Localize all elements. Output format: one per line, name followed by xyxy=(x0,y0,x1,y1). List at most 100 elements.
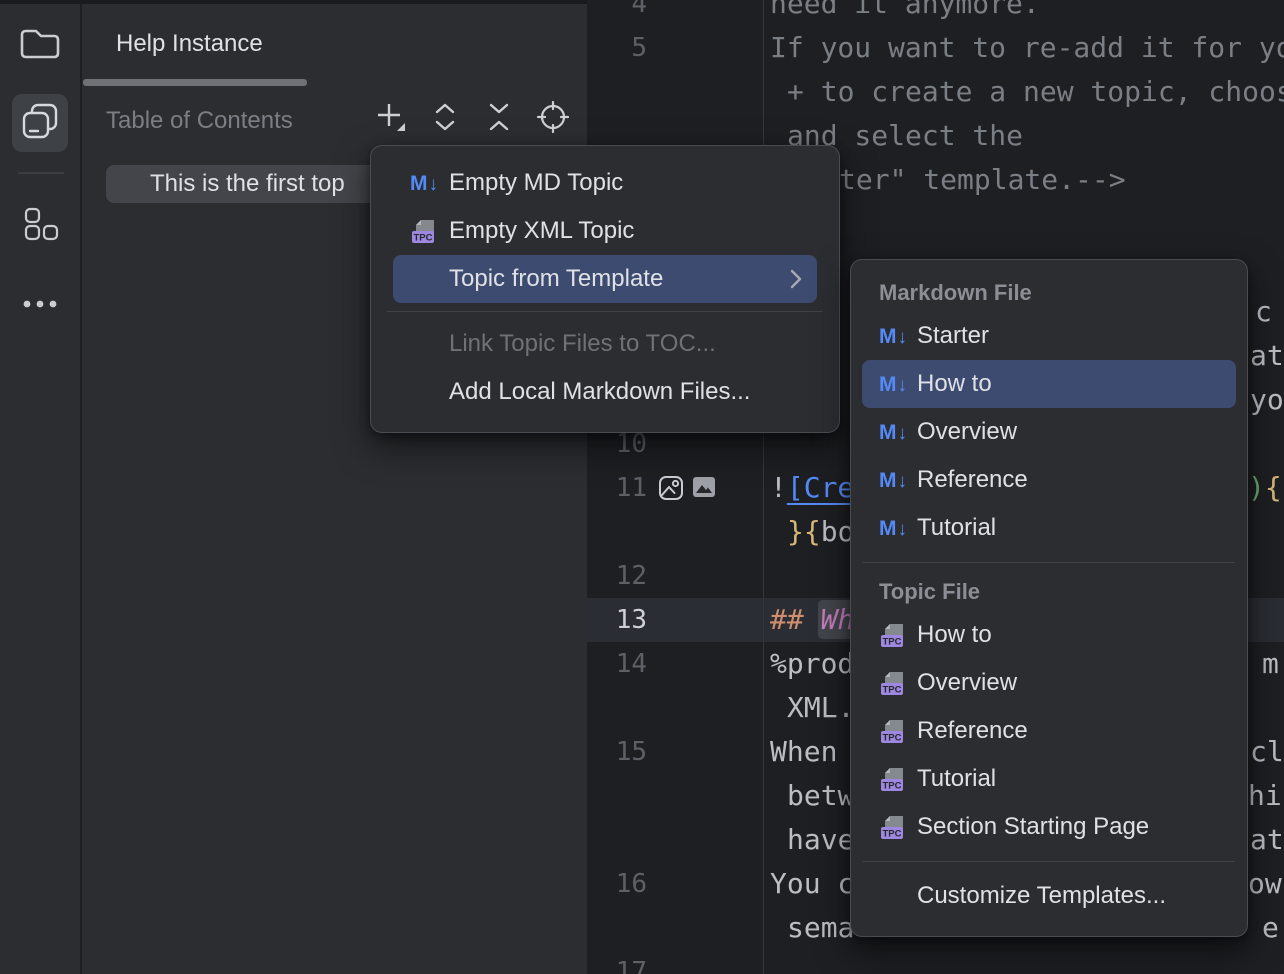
submenu-item-label: Starter xyxy=(917,322,989,350)
topic-file-icon: TPC xyxy=(879,766,907,792)
editor-code-line[interactable]: %prod xyxy=(770,642,854,686)
submenu-item-overview[interactable]: TPCOverview xyxy=(862,659,1236,707)
code-segment: e xyxy=(1262,911,1279,944)
panel-title: Help Instance xyxy=(116,30,263,58)
editor-code-fragment[interactable]: ow xyxy=(1248,862,1282,906)
more-tool-windows-button[interactable] xyxy=(14,286,66,326)
editor-code-line[interactable]: sema xyxy=(787,906,854,950)
editor-line-number[interactable]: 5 xyxy=(587,26,647,70)
code-segment: XML. xyxy=(787,691,854,724)
submenu-item-customize-templates[interactable]: Customize Templates... xyxy=(862,872,1236,920)
code-segment: If you want to re-add it for your xyxy=(770,31,1284,64)
submenu-item-reference[interactable]: M↓Reference xyxy=(862,456,1236,504)
editor-code-fragment[interactable]: yo xyxy=(1250,378,1284,422)
submenu-item-section-starting-page[interactable]: TPC Section Starting Page xyxy=(862,803,1236,851)
submenu-item-tutorial[interactable]: M↓Tutorial xyxy=(862,504,1236,552)
image-outline-icon[interactable] xyxy=(658,475,684,501)
active-tab-indicator xyxy=(83,79,307,86)
code-segment: at xyxy=(1250,823,1284,856)
editor-code-fragment[interactable]: c xyxy=(1255,290,1272,334)
menu-item-empty-xml-topic[interactable]: TPCEmpty XML Topic xyxy=(393,207,817,255)
code-segment: ) xyxy=(1248,471,1265,504)
editor-line-number[interactable]: 12 xyxy=(587,554,647,598)
editor-code-line[interactable]: XML. xyxy=(787,686,854,730)
menu-item-label: Link Topic Files to TOC... xyxy=(449,330,716,358)
tool-window-button-project[interactable] xyxy=(12,20,68,72)
markdown-file-icon: M↓ xyxy=(879,326,907,347)
editor-code-line[interactable]: betw xyxy=(787,774,854,818)
menu-item-add-local-markdown-files[interactable]: Add Local Markdown Files... xyxy=(393,368,817,416)
submenu-item-tutorial[interactable]: TPCTutorial xyxy=(862,755,1236,803)
editor-code-line[interactable]: need it anymore. xyxy=(770,0,1040,26)
editor-code-fragment[interactable]: m xyxy=(1262,642,1279,686)
submenu-item-label: Section Starting Page xyxy=(917,813,1149,841)
editor-code-line[interactable]: ![Cre xyxy=(770,466,854,510)
svg-text:TPC: TPC xyxy=(883,829,902,840)
image-filled-icon[interactable] xyxy=(692,475,718,501)
editor-line-number[interactable]: 11 xyxy=(587,466,647,510)
code-segment: [Cre xyxy=(787,471,854,504)
code-segment: sema xyxy=(787,911,854,944)
submenu-item-reference[interactable]: TPC Reference xyxy=(862,707,1236,755)
submenu-item-label: Customize Templates... xyxy=(917,882,1166,910)
code-segment: cl xyxy=(1250,735,1284,768)
code-segment: yo xyxy=(1250,383,1284,416)
collapse-all-icon xyxy=(485,101,513,138)
more-icon xyxy=(20,297,60,315)
editor-code-line[interactable]: have xyxy=(787,818,854,862)
tool-window-button-structure[interactable] xyxy=(14,200,66,252)
submenu-item-label: Reference xyxy=(917,717,1028,745)
code-segment: his xyxy=(1248,779,1284,812)
submenu-item-starter[interactable]: M↓ Starter xyxy=(862,312,1236,360)
editor-line-number[interactable]: 17 xyxy=(587,950,647,974)
submenu-arrow-icon xyxy=(789,268,803,290)
editor-code-line[interactable]: ## Wh xyxy=(770,598,854,642)
editor-line-number[interactable]: 15 xyxy=(587,730,647,774)
editor-line-number[interactable]: 14 xyxy=(587,642,647,686)
editor-code-fragment[interactable]: at xyxy=(1250,334,1284,378)
add-button[interactable] xyxy=(374,102,408,136)
menu-item-label: Empty MD Topic xyxy=(449,169,623,197)
code-segment: You c xyxy=(770,867,854,900)
svg-text:TPC: TPC xyxy=(883,733,902,744)
editor-code-fragment[interactable]: cl xyxy=(1250,730,1284,774)
collapse-all-button[interactable] xyxy=(482,102,516,136)
markdown-file-icon: M↓ xyxy=(879,518,907,539)
menu-item-label: Add Local Markdown Files... xyxy=(449,378,750,406)
tool-window-button-topics[interactable] xyxy=(12,94,68,152)
markdown-file-icon: M↓ xyxy=(409,173,439,194)
editor-line-number[interactable]: 16 xyxy=(587,862,647,906)
submenu-item-label: Overview xyxy=(917,669,1017,697)
toc-header: Table of Contents xyxy=(106,107,293,135)
structure-icon xyxy=(20,204,60,249)
code-segment: %prod xyxy=(770,647,854,680)
add-topic-menu: M↓ Empty MD Topic TPCEmpty XML TopicTopic … xyxy=(370,145,840,433)
editor-code-fragment[interactable]: e xyxy=(1262,906,1279,950)
editor-code-line[interactable]: + to create a new topic, choose t xyxy=(787,70,1284,114)
code-segment: ## xyxy=(770,603,821,636)
editor-code-line[interactable]: }{bo xyxy=(787,510,854,554)
add-icon xyxy=(374,100,408,139)
submenu-item-how-to[interactable]: TPCHow to xyxy=(862,611,1236,659)
menu-item-empty-md-topic[interactable]: M↓ Empty MD Topic xyxy=(393,159,817,207)
topic-file-icon: TPC xyxy=(879,718,907,744)
topics-icon xyxy=(20,101,60,146)
submenu-item-overview[interactable]: M↓Overview xyxy=(862,408,1236,456)
submenu-item-how-to[interactable]: M↓How to xyxy=(862,360,1236,408)
editor-code-line[interactable]: If you want to re-add it for your xyxy=(770,26,1284,70)
editor-line-number[interactable]: 13 xyxy=(587,598,647,642)
toc-item-label: This is the first top xyxy=(150,170,345,198)
expand-all-button[interactable] xyxy=(428,102,462,136)
submenu-item-label: Overview xyxy=(917,418,1017,446)
editor-line-number[interactable]: 4 xyxy=(587,0,647,26)
locate-button[interactable] xyxy=(536,102,570,136)
topic-from-template-submenu: Markdown FileM↓StarterM↓How toM↓Overview… xyxy=(850,259,1248,937)
menu-item-topic-from-template[interactable]: Topic from Template xyxy=(393,255,817,303)
editor-code-fragment[interactable]: his xyxy=(1248,774,1284,818)
editor-code-line[interactable]: ter" template.--> xyxy=(839,158,1126,202)
editor-code-fragment[interactable]: ){ xyxy=(1248,466,1282,510)
editor-code-line[interactable]: When xyxy=(770,730,837,774)
editor-code-fragment[interactable]: at xyxy=(1250,818,1284,862)
submenu-item-label: Reference xyxy=(917,466,1028,494)
editor-code-line[interactable]: You c xyxy=(770,862,854,906)
